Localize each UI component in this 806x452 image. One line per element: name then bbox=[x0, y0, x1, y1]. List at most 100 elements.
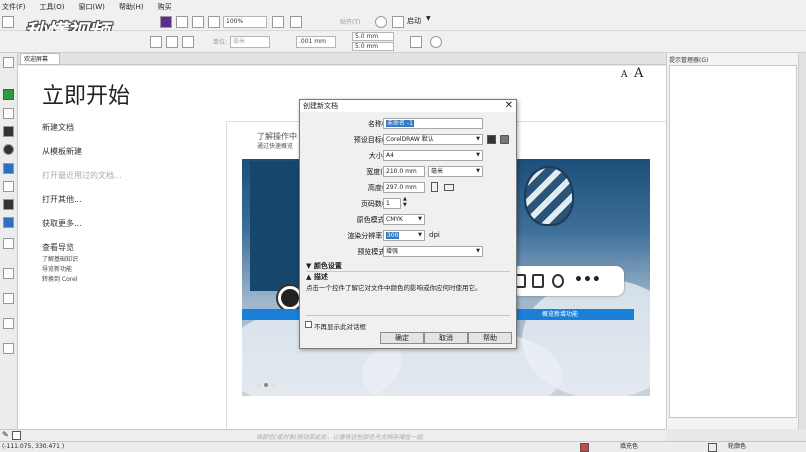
portrait-icon[interactable] bbox=[150, 36, 162, 48]
open-other-link[interactable]: 打开其他... bbox=[42, 194, 82, 205]
rulers-icon[interactable] bbox=[290, 16, 302, 28]
open-recent-link[interactable]: 打开最近用过的文档... bbox=[42, 170, 122, 181]
learn-basics-link[interactable]: 了解基础知识 bbox=[42, 254, 78, 263]
size-select[interactable]: A4 bbox=[383, 150, 483, 161]
interactive-tool-icon[interactable] bbox=[3, 343, 14, 354]
unit-select[interactable]: 毫米 bbox=[230, 36, 270, 48]
nudge-distance-field[interactable]: .001 mm bbox=[296, 36, 336, 48]
size-label: 大小(S): bbox=[368, 152, 395, 160]
ok-button[interactable]: 确定 bbox=[380, 332, 424, 344]
pen-tool-icon[interactable] bbox=[3, 268, 14, 279]
new-document-icon[interactable] bbox=[2, 16, 14, 28]
cancel-button[interactable]: 取消 bbox=[424, 332, 468, 344]
switch-to-corel-link[interactable]: 转换到 Corel bbox=[42, 274, 77, 283]
info-icon[interactable] bbox=[3, 144, 14, 155]
get-more-link[interactable]: 获取更多... bbox=[42, 218, 82, 229]
menu-buy[interactable]: 购买 bbox=[158, 2, 172, 12]
portrait-orientation-icon[interactable] bbox=[431, 182, 438, 192]
outline-label: 轮廓色 bbox=[728, 443, 747, 450]
publish-pdf-icon[interactable] bbox=[208, 16, 220, 28]
landscape-orientation-icon[interactable] bbox=[444, 184, 454, 191]
menu-help[interactable]: 帮助(H) bbox=[119, 2, 144, 12]
color-mode-select[interactable]: CMYK bbox=[383, 214, 425, 225]
fill-tool-icon[interactable] bbox=[3, 293, 14, 304]
export-icon[interactable] bbox=[192, 16, 204, 28]
menu-tools[interactable]: 工具(O) bbox=[40, 2, 65, 12]
pages-spinner[interactable]: ▲ ▼ bbox=[403, 196, 407, 208]
text-tool-icon[interactable] bbox=[3, 238, 14, 249]
dialog-titlebar: 创建新文档 ✕ bbox=[300, 100, 516, 112]
new-features-tour-link[interactable]: 导览新功能 bbox=[42, 264, 72, 273]
description-toggle[interactable]: ▲ 描述 bbox=[306, 272, 328, 282]
unit-select[interactable]: 毫米 bbox=[428, 166, 483, 177]
corel-connect-icon[interactable] bbox=[160, 16, 172, 28]
color-settings-toggle[interactable]: ▼ 颜色设置 bbox=[306, 261, 342, 271]
chevron-down-icon[interactable]: ▼ bbox=[426, 15, 431, 22]
import-icon[interactable] bbox=[176, 16, 188, 28]
zoom-tool-icon[interactable] bbox=[3, 108, 14, 119]
ellipse-tool-icon[interactable] bbox=[3, 181, 14, 192]
more-icon[interactable]: ••• bbox=[574, 272, 601, 288]
width-field[interactable]: 210.0 mm bbox=[383, 166, 425, 177]
menu-window[interactable]: 窗口(W) bbox=[78, 2, 104, 12]
brush-icon bbox=[532, 274, 544, 288]
carousel-dot[interactable] bbox=[264, 383, 268, 387]
help-button[interactable]: 帮助 bbox=[468, 332, 512, 344]
divider bbox=[306, 271, 510, 272]
launch-label[interactable]: 启动 bbox=[407, 16, 421, 26]
page-frame-icon[interactable] bbox=[410, 36, 422, 48]
close-icon[interactable]: ✕ bbox=[505, 100, 513, 112]
zoom-level-select[interactable]: 100% bbox=[223, 16, 267, 28]
pages-label: 页码数(N): bbox=[360, 200, 395, 208]
landscape-icon[interactable] bbox=[166, 36, 178, 48]
pick-tool-icon[interactable] bbox=[3, 57, 14, 68]
dialog-title: 创建新文档 bbox=[303, 102, 338, 110]
resolution-select[interactable]: 300 bbox=[383, 230, 425, 241]
dont-show-checkbox[interactable] bbox=[305, 321, 312, 328]
height-label: 高度(H): bbox=[367, 184, 395, 192]
create-document-dialog: 创建新文档 ✕ 名称(N): 未命名 -1 预设目标(D): CorelDRAW… bbox=[299, 99, 517, 349]
carousel-dot[interactable] bbox=[271, 383, 275, 387]
color-mode-label: 原色模式(C) bbox=[356, 216, 395, 224]
font-larger-button[interactable]: A bbox=[634, 66, 643, 81]
trash-icon[interactable] bbox=[500, 135, 509, 144]
docker-content bbox=[669, 65, 797, 418]
full-screen-icon[interactable] bbox=[272, 16, 284, 28]
carousel-dot[interactable] bbox=[257, 383, 261, 387]
no-color-swatch[interactable] bbox=[12, 431, 21, 440]
preset-select[interactable]: CorelDRAW 默认 bbox=[383, 134, 483, 145]
new-from-template-link[interactable]: 从模板新建 bbox=[42, 146, 82, 157]
snap-to-label[interactable]: 贴齐(T) bbox=[340, 17, 360, 26]
height-field[interactable]: 297.0 mm bbox=[383, 182, 425, 193]
name-field[interactable]: 未命名 -1 bbox=[383, 118, 483, 129]
tab-welcome-screen[interactable]: 欢迎屏幕 bbox=[20, 53, 60, 65]
eyedropper-icon[interactable]: ✎ bbox=[2, 430, 9, 439]
all-pages-icon[interactable] bbox=[182, 36, 194, 48]
docker-tab-strip[interactable] bbox=[798, 53, 806, 429]
cursor-coordinates: (-111.075, 330.471 ) bbox=[2, 443, 65, 450]
star-tool-icon[interactable] bbox=[3, 126, 14, 137]
description-text: 点击一个控件了解它对文件中颜色的影响或你应何时使用它。 bbox=[306, 284, 482, 292]
preview-label: 预览模式(P) bbox=[357, 248, 395, 256]
eyedropper-tool-icon[interactable] bbox=[3, 318, 14, 329]
add-icon[interactable] bbox=[430, 36, 442, 48]
new-document-link[interactable]: 新建文档 bbox=[42, 122, 74, 133]
launcher-icon[interactable] bbox=[392, 16, 404, 28]
image-tool-icon[interactable] bbox=[3, 163, 14, 174]
p-tool-icon[interactable] bbox=[3, 199, 14, 210]
save-preset-icon[interactable] bbox=[487, 135, 496, 144]
unit-label: 单位: bbox=[213, 39, 228, 46]
pages-field[interactable]: 1 bbox=[383, 198, 401, 209]
menu-file[interactable]: 文件(F) bbox=[2, 2, 26, 12]
font-smaller-button[interactable]: A bbox=[621, 70, 628, 80]
fill-swatch-icon bbox=[580, 443, 589, 452]
download-icon[interactable] bbox=[3, 217, 14, 228]
hints-docker: 提示管理器(G) bbox=[666, 53, 806, 429]
collapse-arrow-icon: ▼ bbox=[306, 262, 314, 270]
preview-select[interactable]: 增强 bbox=[383, 246, 483, 257]
duplicate-y-field[interactable]: 5.0 mm bbox=[352, 42, 394, 51]
play-icon[interactable] bbox=[3, 89, 14, 100]
duplicate-x-field[interactable]: 5.0 mm bbox=[352, 32, 394, 41]
outline-swatch-icon bbox=[708, 443, 717, 452]
options-gear-icon[interactable] bbox=[375, 16, 387, 28]
